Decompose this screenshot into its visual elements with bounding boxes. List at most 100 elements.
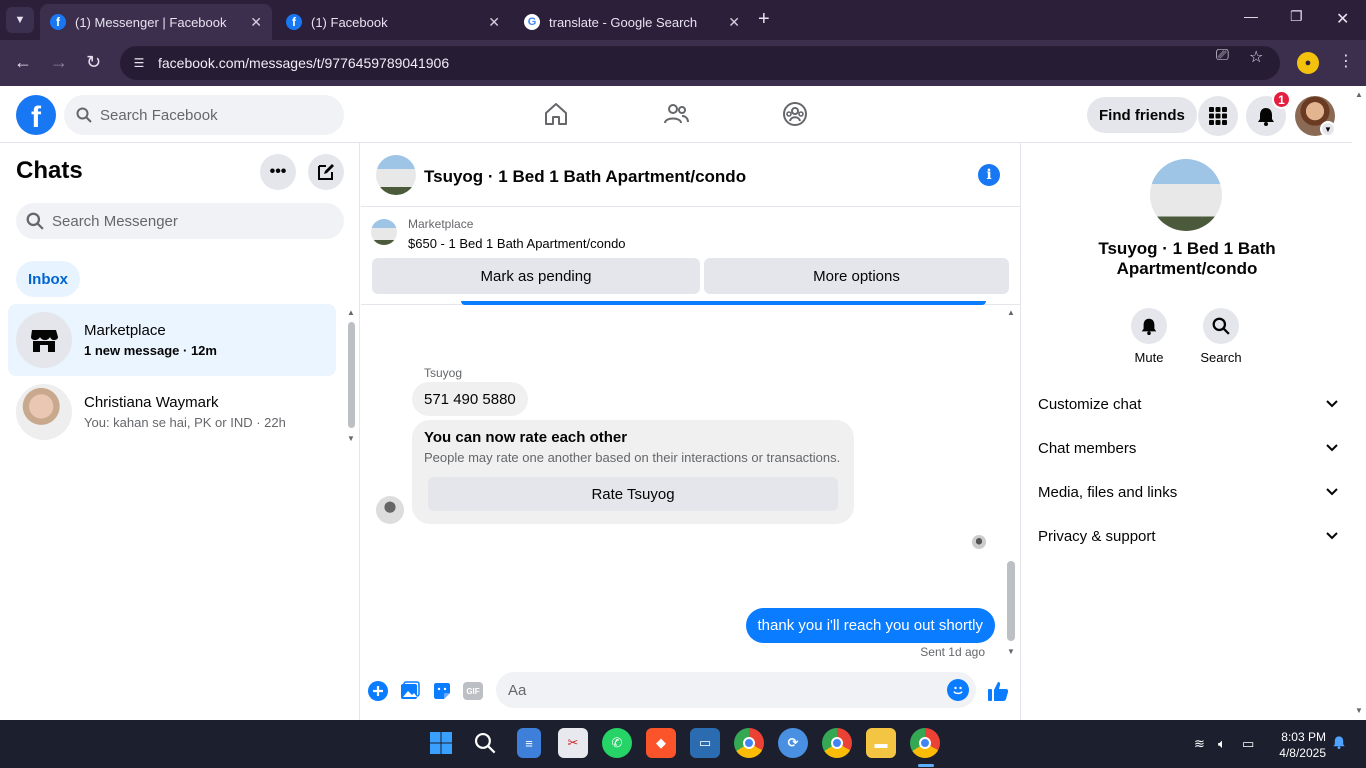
find-friends-button[interactable]: Find friends	[1087, 97, 1197, 133]
more-actions-plus-icon[interactable]	[367, 680, 389, 702]
new-message-icon[interactable]	[308, 154, 344, 190]
scrollbar-thumb[interactable]	[1007, 561, 1015, 641]
tab-facebook[interactable]: f (1) Facebook ✕	[276, 4, 510, 40]
minimize-icon[interactable]: —	[1244, 8, 1258, 24]
gif-icon[interactable]: GIF	[463, 682, 483, 700]
chrome-profile-icon[interactable]	[822, 728, 852, 758]
notepad-icon[interactable]: ≡	[517, 728, 541, 758]
volume-icon[interactable]: 🔈︎	[1218, 736, 1226, 752]
listing-thumbnail[interactable]	[371, 219, 397, 245]
chrome-active-icon[interactable]	[910, 728, 940, 758]
conversation-scrollbar[interactable]: ▲ ▼	[1006, 308, 1016, 658]
taskbar-search-icon[interactable]	[470, 728, 500, 758]
listing-price-title[interactable]: $650 - 1 Bed 1 Bath Apartment/condo	[408, 236, 626, 251]
chevron-down-icon	[1326, 532, 1338, 540]
browser-profile-lock-icon[interactable]: ●	[1297, 52, 1319, 74]
menu-grid-icon[interactable]	[1198, 96, 1238, 136]
scroll-up-icon[interactable]: ▲	[1355, 90, 1363, 99]
search-in-conversation-button[interactable]: Search	[1191, 308, 1251, 365]
back-arrow-icon[interactable]: ←	[14, 52, 32, 73]
marketplace-listing-banner: Marketplace $650 - 1 Bed 1 Bath Apartmen…	[361, 207, 1021, 305]
bookmark-star-icon[interactable]: ☆	[1249, 47, 1263, 67]
chat-preview: 1 new message · 12m	[84, 343, 217, 358]
browser-menu-icon[interactable]: ⋮	[1338, 51, 1354, 71]
scroll-up-icon[interactable]: ▲	[1007, 308, 1015, 317]
attach-photo-icon[interactable]	[399, 680, 421, 702]
tab-messenger[interactable]: f (1) Messenger | Facebook ✕	[40, 4, 272, 40]
chat-members-section[interactable]: Chat members	[1038, 430, 1338, 466]
info-listing-avatar[interactable]	[1150, 159, 1222, 231]
chrome-icon[interactable]	[734, 728, 764, 758]
remote-desktop-icon[interactable]: ▭	[690, 728, 720, 758]
install-app-icon[interactable]: ⎚	[1216, 47, 1229, 65]
address-bar[interactable]: ☰ facebook.com/messages/t/97764597890419…	[120, 46, 1280, 80]
scroll-down-icon[interactable]: ▼	[347, 434, 355, 443]
chat-list-scrollbar[interactable]: ▲ ▼	[347, 308, 355, 443]
chevron-down-icon[interactable]: ▼	[1320, 121, 1336, 137]
reload-icon[interactable]: ↻	[86, 52, 101, 73]
scroll-up-icon[interactable]: ▲	[347, 308, 355, 317]
customize-chat-section[interactable]: Customize chat	[1038, 386, 1338, 422]
home-icon[interactable]	[542, 100, 570, 128]
scrollbar-thumb[interactable]	[348, 322, 355, 428]
system-clock[interactable]: 8:03 PM 4/8/2025	[1268, 729, 1326, 761]
tab-google-search[interactable]: G translate - Google Search ✕	[514, 4, 750, 40]
facebook-search[interactable]	[64, 95, 344, 135]
more-options-icon[interactable]: •••	[260, 154, 296, 190]
notification-center-bell-icon[interactable]	[1332, 734, 1346, 753]
emoji-icon[interactable]	[947, 679, 969, 701]
forward-arrow-icon[interactable]: →	[50, 52, 68, 73]
file-explorer-icon[interactable]: ▬	[866, 728, 896, 758]
brave-browser-icon[interactable]: ◆	[646, 728, 676, 758]
facebook-search-input[interactable]	[100, 106, 320, 124]
new-tab-icon[interactable]: +	[758, 8, 770, 31]
close-tab-icon[interactable]: ✕	[250, 14, 262, 31]
restore-icon[interactable]: ❐	[1290, 8, 1303, 25]
battery-icon[interactable]: ▭	[1242, 736, 1254, 752]
tab-search-dropdown-icon[interactable]: ▼	[6, 7, 34, 33]
messenger-search-input[interactable]	[52, 212, 272, 230]
search-icon	[1203, 308, 1239, 344]
messenger-search[interactable]	[16, 203, 344, 239]
mute-button[interactable]: Mute	[1119, 308, 1179, 365]
thumbs-up-icon[interactable]	[987, 680, 1009, 702]
site-settings-icon[interactable]: ☰	[130, 54, 148, 72]
outgoing-message-bubble: thank you i'll reach you out shortly	[745, 608, 995, 643]
groups-icon[interactable]	[781, 100, 809, 128]
sender-avatar[interactable]	[376, 496, 404, 524]
conversation-title[interactable]: Tsuyog · 1 Bed 1 Bath Apartment/condo	[424, 167, 746, 187]
privacy-support-section[interactable]: Privacy & support	[1038, 518, 1338, 554]
chevron-down-icon	[1326, 400, 1338, 408]
scroll-down-icon[interactable]: ▼	[1007, 647, 1015, 656]
media-files-links-section[interactable]: Media, files and links	[1038, 474, 1338, 510]
close-window-icon[interactable]: ✕	[1336, 9, 1349, 29]
marketplace-store-icon	[16, 312, 72, 368]
chat-item-christiana-waymark[interactable]: Christiana Waymark You: kahan se hai, PK…	[8, 376, 336, 448]
listing-avatar[interactable]	[376, 155, 416, 195]
scroll-down-icon[interactable]: ▼	[1355, 706, 1363, 715]
chat-preview: You: kahan se hai, PK or IND · 22h	[84, 415, 286, 430]
mark-as-pending-button[interactable]: Mark as pending	[372, 258, 700, 294]
friends-icon[interactable]	[662, 100, 690, 128]
close-tab-icon[interactable]: ✕	[488, 14, 500, 31]
inbox-filter-tab[interactable]: Inbox	[16, 261, 80, 297]
chat-list-panel: Chats ••• Inbox Marketplace 1 new messag…	[0, 143, 360, 720]
page-scrollbar[interactable]: ▲ ▼	[1352, 86, 1366, 720]
chat-item-marketplace[interactable]: Marketplace 1 new message · 12m	[8, 304, 336, 376]
facebook-logo-icon[interactable]: f	[16, 95, 56, 135]
message-composer[interactable]	[496, 672, 976, 708]
facebook-top-bar: f Find friends 1 ▼	[0, 86, 1352, 143]
close-tab-icon[interactable]: ✕	[728, 14, 740, 31]
windows-start-icon[interactable]	[426, 728, 456, 758]
whatsapp-icon[interactable]: ✆	[602, 728, 632, 758]
snipping-tool-icon[interactable]: ✂	[558, 728, 588, 758]
info-icon[interactable]: i	[978, 164, 1000, 186]
rate-user-button[interactable]: Rate Tsuyog	[428, 477, 838, 511]
chats-heading: Chats	[16, 157, 83, 184]
more-options-button[interactable]: More options	[704, 258, 1009, 294]
previous-message-bubble	[461, 301, 986, 305]
wifi-icon[interactable]: ≋	[1194, 736, 1205, 752]
sync-app-icon[interactable]: ⟳	[778, 728, 808, 758]
message-input[interactable]	[508, 681, 928, 699]
sticker-icon[interactable]	[431, 680, 453, 702]
